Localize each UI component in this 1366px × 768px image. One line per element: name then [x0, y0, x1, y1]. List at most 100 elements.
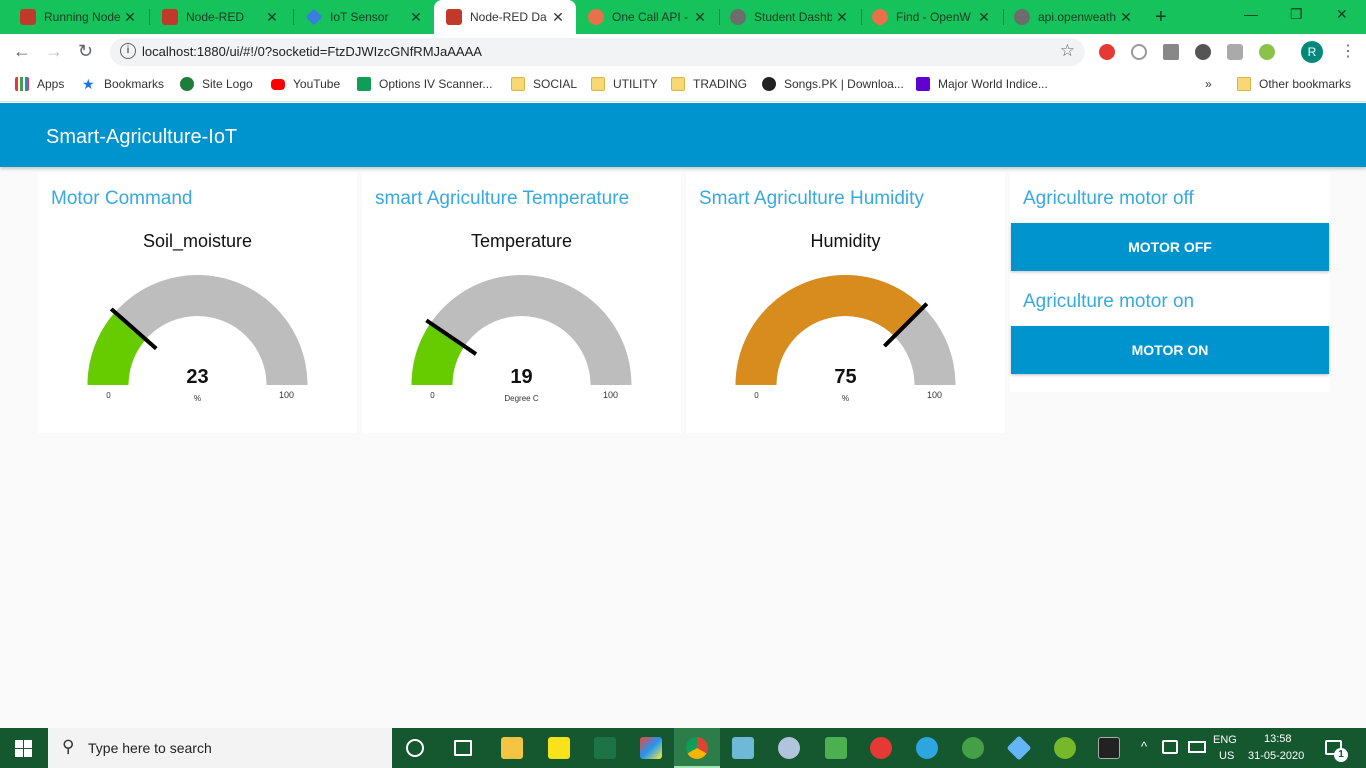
paint-icon[interactable]	[778, 737, 800, 759]
folder-icon	[591, 77, 605, 91]
bookmark-songs-pk[interactable]: Songs.PK | Downloa...	[762, 77, 904, 91]
windows-start-icon[interactable]	[15, 740, 32, 757]
tab-node-red-dashboard[interactable]: Node-RED Da ✕	[434, 0, 576, 34]
address-bar[interactable]: i localhost:1880/ui/#!/0?socketid=FtzDJW…	[110, 38, 1085, 66]
bookmark-label: Site Logo	[202, 77, 253, 91]
close-tab-icon[interactable]: ✕	[832, 9, 852, 26]
motor-off-button[interactable]: MOTOR OFF	[1011, 223, 1329, 271]
app-icon[interactable]	[870, 737, 892, 759]
terminal-icon[interactable]	[1098, 737, 1120, 759]
tab-api-openweather[interactable]: api.openweath ✕	[1002, 0, 1144, 34]
close-tab-icon[interactable]: ✕	[548, 9, 568, 26]
kodi-icon[interactable]	[1006, 735, 1032, 761]
bookmark-major-indices[interactable]: Major World Indice...	[916, 77, 1048, 91]
bookmark-youtube[interactable]: YouTube	[271, 77, 340, 91]
battery-icon[interactable]	[1188, 741, 1206, 753]
taskbar-search[interactable]: ⚲ Type here to search	[48, 728, 392, 768]
close-tab-icon[interactable]: ✕	[690, 9, 710, 26]
bookmarks-overflow-chevron[interactable]: »	[1205, 77, 1212, 91]
motor-on-button[interactable]: MOTOR ON	[1011, 326, 1329, 374]
card-title: Motor Command	[51, 188, 193, 209]
paint3d-icon[interactable]	[640, 737, 662, 759]
forward-arrow-icon[interactable]: →	[45, 41, 63, 62]
close-tab-icon[interactable]: ✕	[974, 9, 994, 26]
excel-icon[interactable]	[594, 737, 616, 759]
bookmark-label: UTILITY	[613, 77, 658, 91]
adblock-extension-icon[interactable]	[1099, 44, 1115, 60]
clock-date[interactable]: 31-05-2020	[1248, 750, 1304, 762]
network-icon[interactable]	[1162, 740, 1178, 754]
bookmark-site-logo[interactable]: Site Logo	[180, 77, 253, 91]
bookmark-bookmarks[interactable]: ★ Bookmarks	[82, 77, 164, 91]
bookmark-folder-trading[interactable]: TRADING	[671, 77, 747, 91]
new-tab-button[interactable]: +	[1155, 6, 1167, 29]
dashboard-title: Smart-Agriculture-IoT	[46, 126, 238, 148]
circle-extension-icon[interactable]	[1195, 44, 1211, 60]
history-extension-icon[interactable]	[1131, 44, 1147, 60]
browser-toolbar: ← → ↻ i localhost:1880/ui/#!/0?socketid=…	[0, 34, 1366, 70]
bookmarks-bar: Apps ★ Bookmarks Site Logo YouTube Optio…	[0, 70, 1366, 102]
menu-kebab-icon[interactable]: ⋮	[1340, 41, 1356, 61]
diamond-icon	[305, 8, 323, 26]
gauge-label: Humidity	[810, 231, 881, 251]
pi-app-icon[interactable]	[962, 737, 984, 759]
bookmark-other-bookmarks[interactable]: Other bookmarks	[1237, 77, 1351, 91]
tab-title: Running Node	[44, 10, 120, 24]
site-logo-icon	[180, 77, 194, 91]
back-arrow-icon[interactable]: ←	[13, 41, 31, 62]
songs-pk-icon	[762, 77, 776, 91]
cortana-icon[interactable]	[406, 739, 424, 757]
url-text[interactable]: localhost:1880/ui/#!/0?socketid=FtzDJWIz…	[142, 44, 482, 59]
close-tab-icon[interactable]: ✕	[262, 9, 282, 26]
tab-running-node[interactable]: Running Node ✕	[0, 0, 148, 34]
close-tab-icon[interactable]: ✕	[120, 9, 140, 26]
minimize-icon[interactable]: —	[1244, 6, 1258, 22]
shield-extension-icon[interactable]	[1227, 44, 1243, 60]
notepad-icon[interactable]	[732, 737, 754, 759]
drive-extension-icon[interactable]	[1163, 44, 1179, 60]
close-tab-icon[interactable]: ✕	[1116, 9, 1136, 26]
folder-icon	[671, 77, 685, 91]
restore-icon[interactable]: ❐	[1290, 6, 1303, 23]
info-icon[interactable]: i	[120, 43, 136, 59]
task-view-icon[interactable]	[454, 740, 472, 756]
apps-grid-icon	[15, 77, 29, 91]
telegram-icon[interactable]	[916, 737, 938, 759]
close-tab-icon[interactable]: ✕	[406, 9, 426, 26]
clock-time[interactable]: 13:58	[1264, 733, 1292, 745]
coupon-extension-icon[interactable]	[1259, 44, 1275, 60]
node-red-icon	[20, 9, 36, 25]
tab-find-openweather[interactable]: Find - OpenW ✕	[860, 0, 1002, 34]
bookmark-star-icon[interactable]: ☆	[1060, 41, 1075, 61]
gauge-unit: Degree C	[504, 394, 538, 403]
tab-student-dashboard[interactable]: Student Dashb ✕	[718, 0, 860, 34]
close-window-icon[interactable]: ✕	[1336, 6, 1348, 23]
profile-avatar[interactable]: R	[1301, 41, 1323, 63]
tab-one-call-api[interactable]: One Call API - ✕	[576, 0, 718, 34]
dashboard-header: Smart-Agriculture-IoT	[0, 103, 1366, 167]
bookmark-options-scanner[interactable]: Options IV Scanner...	[357, 77, 492, 91]
bookmark-apps[interactable]: Apps	[15, 77, 64, 91]
region-code[interactable]: US	[1219, 750, 1234, 762]
bookmark-folder-social[interactable]: SOCIAL	[511, 77, 577, 91]
sticky-notes-icon[interactable]	[548, 737, 570, 759]
gauge-max: 100	[603, 390, 618, 400]
tab-node-red[interactable]: Node-RED ✕	[142, 0, 290, 34]
bookmark-label: YouTube	[293, 77, 341, 91]
gauge-unit: %	[842, 394, 849, 403]
utorrent-icon[interactable]	[1054, 737, 1076, 759]
bookmark-folder-utility[interactable]: UTILITY	[591, 77, 658, 91]
tab-title: Find - OpenW	[896, 10, 971, 24]
language-code[interactable]: ENG	[1213, 734, 1237, 746]
photos-icon[interactable]	[825, 737, 847, 759]
folder-icon	[511, 77, 525, 91]
tab-strip: Running Node ✕ Node-RED ✕ IoT Sensor ✕ N…	[0, 0, 1366, 34]
chrome-taskbar-active[interactable]	[674, 728, 720, 768]
tab-iot-sensor[interactable]: IoT Sensor ✕	[286, 0, 434, 34]
gauge-card-soil-moisture: Motor Command Soil_moisture 23 % 0 100	[38, 172, 357, 433]
reload-icon[interactable]: ↻	[78, 41, 93, 62]
tray-chevron-icon[interactable]: ^	[1141, 739, 1147, 754]
search-placeholder[interactable]: Type here to search	[88, 740, 212, 756]
file-explorer-icon[interactable]	[501, 737, 523, 759]
gauge-max: 100	[927, 390, 942, 400]
